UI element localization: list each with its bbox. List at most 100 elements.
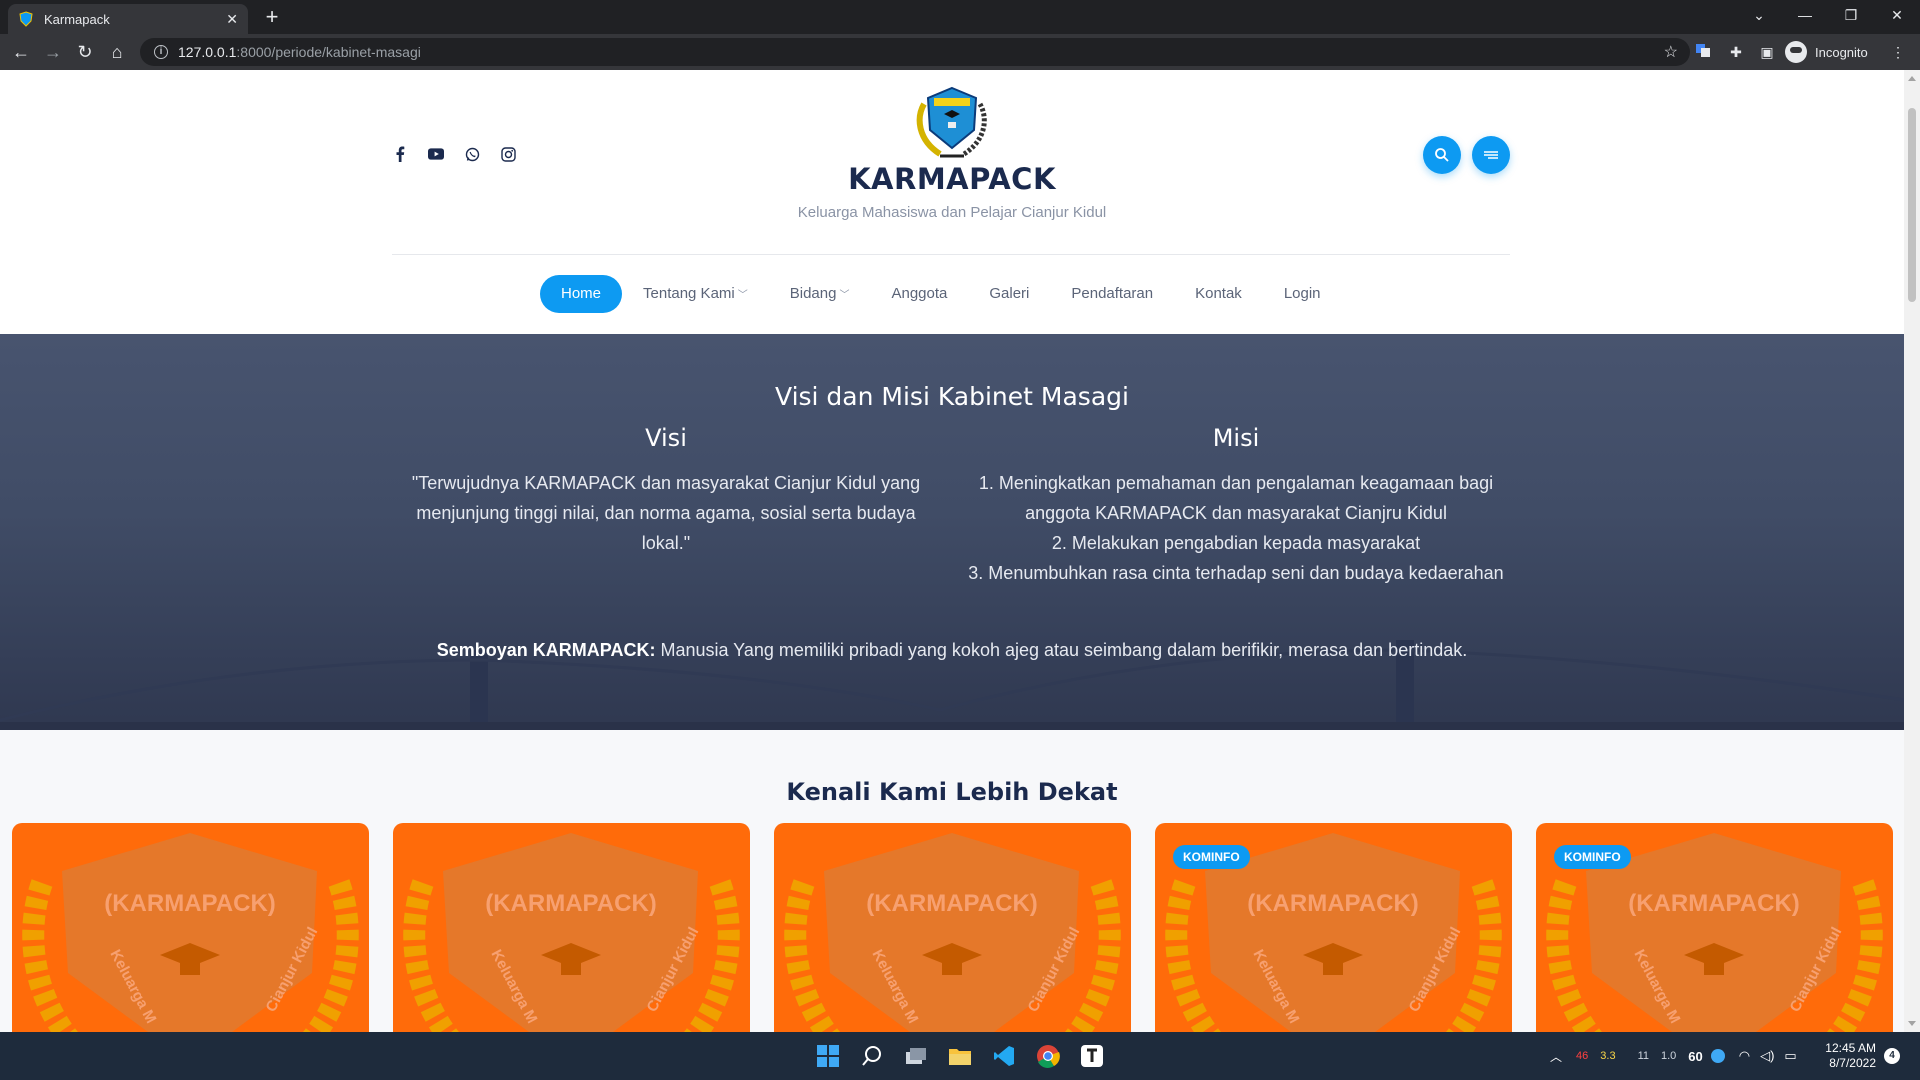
crest-title: (KARMAPACK) xyxy=(866,890,1038,917)
nav-item-bidang[interactable]: Bidang ﹀ xyxy=(769,275,871,313)
volume-icon[interactable]: ◁) xyxy=(1760,1048,1774,1064)
wifi-icon[interactable]: ◠ xyxy=(1739,1048,1750,1064)
profile-card[interactable]: (KARMAPACK) Keluarga M Cianjur Kidul xyxy=(393,823,750,1032)
nav-label: Anggota xyxy=(891,285,948,302)
visi-text: "Terwujudnya KARMAPACK dan masyarakat Ci… xyxy=(411,473,921,553)
address-bar[interactable]: i 127.0.0.1:8000/periode/kabinet-masagi … xyxy=(140,38,1690,66)
facebook-icon[interactable] xyxy=(392,146,408,162)
profile-card[interactable]: (KARMAPACK) Keluarga M Cianjur Kidul xyxy=(774,823,1131,1032)
notification-badge[interactable]: 4 xyxy=(1884,1048,1900,1064)
misi-column: Misi 1. Meningkatkan pemahaman dan penga… xyxy=(960,424,1512,588)
tab-search-icon[interactable]: ⌄ xyxy=(1736,0,1782,30)
card-category-badge[interactable]: KOMINFO xyxy=(1554,845,1631,869)
kenali-section: Kenali Kami Lebih Dekat (KARMAPACK) Kelua… xyxy=(0,730,1904,1032)
profile-card[interactable]: (KARMAPACK) Keluarga M Cianjur Kidul KOMINF… xyxy=(1155,823,1512,1032)
profile-label: Incognito xyxy=(1815,44,1868,60)
chevron-down-icon: ﹀ xyxy=(737,290,748,301)
site-tagline: Keluarga Mahasiswa dan Pelajar Cianjur K… xyxy=(797,204,1107,221)
crest-title: (KARMAPACK) xyxy=(485,890,657,917)
tray-value: 1.0 xyxy=(1660,1050,1677,1062)
translate-icon[interactable] xyxy=(1693,42,1713,62)
menu-kebab-icon[interactable]: ⋮ xyxy=(1888,42,1908,62)
close-window-button[interactable]: ✕ xyxy=(1874,0,1920,30)
profile-card[interactable]: (KARMAPACK) Keluarga M Cianjur Kidul KOMINF… xyxy=(1536,823,1893,1032)
tray-cpu-usage: 3.3 xyxy=(1600,1050,1616,1062)
url-host: 127.0.0.1 xyxy=(178,44,237,60)
windows-start-icon[interactable] xyxy=(812,1040,844,1072)
chevron-up-icon[interactable]: ︿ xyxy=(1550,1048,1562,1065)
incognito-avatar-icon xyxy=(1785,41,1807,63)
new-tab-button[interactable]: + xyxy=(260,6,284,30)
nav-item-login[interactable]: Login xyxy=(1263,275,1342,313)
karmapack-logo-icon[interactable] xyxy=(910,84,994,168)
nav-label: Login xyxy=(1283,285,1321,302)
home-icon[interactable]: ⌂ xyxy=(106,41,128,63)
nav-item-pendaftaran[interactable]: Pendaftaran xyxy=(1050,275,1174,313)
karmapack-crest-icon: (KARMAPACK)Keluarga M Cianjur Kidul xyxy=(22,833,359,1032)
nav-item-anggota[interactable]: Anggota xyxy=(870,275,968,313)
chrome-icon[interactable] xyxy=(1032,1040,1064,1072)
visi-heading: Visi xyxy=(645,424,687,452)
profile-card[interactable]: (KARMAPACK) Keluarga M Cianjur Kidul xyxy=(12,823,369,1032)
scroll-down-icon[interactable] xyxy=(1908,1021,1916,1026)
nav-item-tentang-kami[interactable]: Tentang Kami ﹀ xyxy=(622,275,769,313)
hamburger-icon xyxy=(1484,151,1498,159)
nav-item-home[interactable]: Home xyxy=(540,275,623,313)
scroll-up-icon[interactable] xyxy=(1908,76,1916,81)
restore-button[interactable]: ❐ xyxy=(1828,0,1874,30)
site-info-icon[interactable]: i xyxy=(154,45,168,59)
visi-misi-hero: Visi dan Misi Kabinet Masagi Visi "Terwu… xyxy=(0,334,1904,730)
main-nav: Home Tentang Kami ﹀ Bidang ﹀ Anggota Galer… xyxy=(540,275,1342,313)
card-category-badge[interactable]: KOMINFO xyxy=(1173,845,1250,869)
reload-button[interactable]: ↻ xyxy=(74,41,96,63)
side-panel-icon[interactable]: ▣ xyxy=(1757,42,1777,62)
youtube-icon[interactable] xyxy=(428,146,444,162)
profile-button[interactable]: Incognito xyxy=(1785,40,1868,64)
browser-tab[interactable]: Karmapack ✕ xyxy=(8,4,248,34)
forward-button[interactable]: → xyxy=(42,41,64,63)
tray-cpu-temp: 46 xyxy=(1576,1050,1589,1062)
task-view-icon[interactable] xyxy=(900,1040,932,1072)
clock-date: 8/7/2022 xyxy=(1829,1056,1876,1070)
nav-label: Tentang Kami xyxy=(643,285,735,302)
misi-item: 2. Melakukan pengabdian kepada masyaraka… xyxy=(1051,533,1421,553)
hero-title: Visi dan Misi Kabinet Masagi xyxy=(775,382,1129,411)
search-taskbar-icon[interactable] xyxy=(856,1040,888,1072)
file-explorer-icon[interactable] xyxy=(944,1040,976,1072)
semboyan-label: Semboyan KARMAPACK: xyxy=(436,640,656,660)
site-brand[interactable]: KARMAPACK xyxy=(0,162,1904,196)
clock[interactable]: 12:45 AM 8/7/2022 xyxy=(1818,1041,1876,1071)
battery-icon[interactable]: ▭ xyxy=(1784,1048,1796,1064)
header-divider xyxy=(392,254,1510,255)
semboyan-text: Manusia Yang memiliki pribadi yang kokoh… xyxy=(655,640,1468,660)
crest-title: (KARMAPACK) xyxy=(104,890,276,917)
nav-item-galeri[interactable]: Galeri xyxy=(968,275,1050,313)
page-viewport: KARMAPACK Keluarga Mahasiswa dan Pelajar… xyxy=(0,70,1904,1032)
windows-taskbar: ︿ 46 3.3 11 1.0 60 ◠ ◁) ▭ 12:45 AM 8/7/2… xyxy=(0,1032,1920,1080)
scrollbar-thumb[interactable] xyxy=(1908,108,1916,302)
extensions-icon[interactable]: ✚ xyxy=(1726,42,1746,62)
crest-title: (KARMAPACK) xyxy=(1247,890,1419,917)
minimize-button[interactable]: — xyxy=(1782,0,1828,30)
close-tab-icon[interactable]: ✕ xyxy=(226,11,238,28)
tray-fps: 60 xyxy=(1688,1048,1703,1064)
instagram-icon[interactable] xyxy=(500,146,516,162)
visi-column: Visi "Terwujudnya KARMAPACK dan masyarak… xyxy=(400,424,932,558)
whatsapp-icon[interactable] xyxy=(464,146,480,162)
nav-item-kontak[interactable]: Kontak xyxy=(1174,275,1263,313)
menu-toggle-button[interactable] xyxy=(1472,136,1510,174)
karmapack-crest-icon: (KARMAPACK)Keluarga M Cianjur Kidul xyxy=(784,833,1121,1032)
browser-tabbar: Karmapack ✕ + ⌄ — ❐ ✕ xyxy=(0,0,1920,34)
typora-icon[interactable] xyxy=(1076,1040,1108,1072)
nav-label: Home xyxy=(561,285,602,302)
nav-label: Pendaftaran xyxy=(1071,285,1154,302)
search-icon xyxy=(1435,148,1449,162)
bookmark-star-icon[interactable]: ☆ xyxy=(1664,42,1678,62)
back-button[interactable]: ← xyxy=(10,41,32,63)
vscode-icon[interactable] xyxy=(988,1040,1020,1072)
app-tray-icon[interactable] xyxy=(1710,1049,1725,1063)
page-scrollbar[interactable] xyxy=(1904,70,1920,1032)
site-favicon-icon xyxy=(19,11,33,27)
karmapack-crest-icon: (KARMAPACK)Keluarga M Cianjur Kidul xyxy=(403,833,740,1032)
search-button[interactable] xyxy=(1423,136,1461,174)
